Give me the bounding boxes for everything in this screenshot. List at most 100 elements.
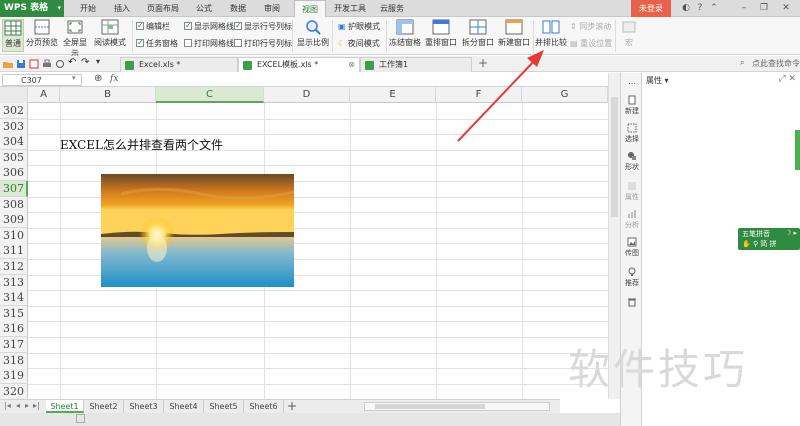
- print-icon[interactable]: [42, 59, 52, 69]
- scroll-thumb[interactable]: [375, 404, 485, 409]
- normal-view-button[interactable]: 普通: [2, 19, 24, 52]
- select-all-corner[interactable]: [0, 87, 28, 103]
- column-header[interactable]: D: [264, 87, 350, 103]
- side-by-side-button[interactable]: 并排比较: [535, 19, 567, 48]
- sheet-tab[interactable]: Sheet4: [164, 400, 204, 413]
- close-icon[interactable]: ✕: [780, 2, 792, 14]
- column-header[interactable]: G: [522, 87, 608, 103]
- undo-icon[interactable]: ↶: [68, 57, 78, 68]
- doc-tab[interactable]: Excel.xls *: [120, 57, 238, 72]
- redo-icon[interactable]: ↷: [81, 57, 91, 68]
- save-icon[interactable]: [16, 59, 26, 69]
- page-break-preview-button[interactable]: 分页预览: [26, 19, 58, 48]
- row-header[interactable]: 303: [0, 118, 28, 135]
- sheet-tab[interactable]: Sheet2: [84, 400, 124, 413]
- task-pane-checkbox[interactable]: 任务窗格: [136, 37, 178, 50]
- print-gridlines-checkbox[interactable]: 打印网格线: [184, 38, 234, 50]
- rail-item-properties[interactable]: 属性: [621, 181, 643, 202]
- sunset-image[interactable]: [101, 174, 294, 287]
- prev-sheet-icon[interactable]: ◂: [16, 401, 20, 410]
- row-header[interactable]: 305: [0, 149, 28, 166]
- tab-home[interactable]: 开始: [72, 0, 104, 17]
- app-menu-button[interactable]: WPS 表格 ▾: [0, 0, 64, 17]
- cell-b304-text[interactable]: EXCEL怎么并排查看两个文件: [60, 136, 223, 153]
- reading-mode-button[interactable]: 阅读模式: [92, 19, 128, 48]
- column-header[interactable]: B: [60, 87, 156, 103]
- rail-item-recommend[interactable]: 推荐: [621, 267, 643, 288]
- login-button[interactable]: 未登录: [631, 0, 671, 17]
- tab-formula[interactable]: 公式: [188, 0, 220, 17]
- column-header[interactable]: E: [350, 87, 436, 103]
- ime-side-tab[interactable]: [795, 130, 800, 170]
- tab-developer[interactable]: 开发工具: [330, 0, 370, 17]
- ime-toolbar[interactable]: 五笔拼音 ☽ ▸ ✋ ⚲ 简 拼: [738, 228, 800, 250]
- sync-scroll-button[interactable]: ⇕ 同步滚动: [570, 21, 611, 33]
- row-header[interactable]: 306: [0, 165, 28, 182]
- row-header[interactable]: 320: [0, 383, 28, 399]
- rail-item-analysis[interactable]: 分析: [621, 209, 643, 230]
- chevron-up-icon[interactable]: ⌃: [708, 2, 720, 14]
- row-header[interactable]: 318: [0, 352, 28, 369]
- column-header[interactable]: F: [436, 87, 522, 103]
- row-header[interactable]: 317: [0, 337, 28, 353]
- macro-button[interactable]: 宏: [619, 19, 639, 48]
- command-search[interactable]: 点此查找命令: [752, 58, 800, 69]
- sheet-tab[interactable]: Sheet5: [204, 400, 244, 413]
- last-sheet-icon[interactable]: ▸|: [33, 401, 40, 410]
- rail-item-select[interactable]: 选择: [621, 123, 643, 144]
- rail-item-shape[interactable]: 形状: [621, 151, 643, 172]
- horizontal-scrollbar[interactable]: [364, 402, 550, 411]
- edit-bar-checkbox[interactable]: 编辑栏: [136, 20, 170, 33]
- new-window-button[interactable]: 新建窗口: [497, 19, 531, 48]
- fx-icon[interactable]: fx: [110, 74, 118, 84]
- scroll-thumb[interactable]: [611, 97, 618, 217]
- freeze-panes-button[interactable]: 冻结窗格: [389, 19, 421, 48]
- split-window-button[interactable]: 拆分窗口: [461, 19, 495, 48]
- rearrange-windows-button[interactable]: 重排窗口: [423, 19, 459, 48]
- add-sheet-icon[interactable]: +: [287, 399, 297, 413]
- row-header[interactable]: 311: [0, 243, 28, 260]
- show-gridlines-checkbox[interactable]: 显示网格线: [184, 20, 234, 33]
- row-header[interactable]: 309: [0, 212, 28, 229]
- print-headers-checkbox[interactable]: 打印行号列标: [234, 38, 292, 50]
- night-mode-toggle[interactable]: ☾ 夜间模式: [338, 38, 380, 50]
- column-header-selected[interactable]: C: [156, 87, 264, 103]
- row-header[interactable]: 310: [0, 227, 28, 244]
- column-header[interactable]: A: [28, 87, 60, 103]
- row-header[interactable]: 304: [0, 134, 28, 151]
- sheet-tab[interactable]: Sheet6: [244, 400, 284, 413]
- close-tab-icon[interactable]: ⊗: [348, 58, 355, 72]
- print-preview-icon[interactable]: [55, 59, 65, 69]
- row-header[interactable]: 316: [0, 321, 28, 338]
- zoom-icon[interactable]: ⊕: [94, 73, 102, 84]
- open-folder-icon[interactable]: [3, 59, 13, 69]
- next-sheet-icon[interactable]: ▸: [25, 401, 29, 410]
- row-header[interactable]: 312: [0, 259, 28, 275]
- first-sheet-icon[interactable]: |◂: [4, 401, 11, 410]
- row-header[interactable]: 308: [0, 196, 28, 213]
- row-header[interactable]: 319: [0, 368, 28, 385]
- sheet-tab[interactable]: Sheet3: [124, 400, 164, 413]
- rail-item-new[interactable]: 新建: [621, 95, 643, 116]
- show-headers-checkbox[interactable]: 显示行号列标: [234, 20, 292, 33]
- row-header-selected[interactable]: 307: [0, 181, 28, 197]
- zoom-button[interactable]: 显示比例: [297, 19, 329, 48]
- tab-insert[interactable]: 插入: [106, 0, 138, 17]
- new-tab-icon[interactable]: +: [478, 56, 488, 70]
- sheet-tab-active[interactable]: Sheet1: [46, 400, 84, 413]
- doc-tab-active[interactable]: EXCEL模板.xls * ⊗: [238, 57, 360, 72]
- restore-icon[interactable]: ❐: [758, 2, 770, 14]
- tab-page-layout[interactable]: 页面布局: [140, 0, 186, 17]
- row-header[interactable]: 313: [0, 274, 28, 291]
- fullscreen-button[interactable]: 全屏显示: [60, 19, 90, 59]
- rail-item-top[interactable]: ⋯: [621, 79, 643, 88]
- eye-mode-toggle[interactable]: ▣ 护眼模式: [338, 21, 380, 33]
- rail-item-upload-image[interactable]: 传图: [621, 237, 643, 258]
- help-icon[interactable]: ?: [694, 2, 706, 14]
- row-header[interactable]: 314: [0, 290, 28, 307]
- row-header[interactable]: 302: [0, 103, 28, 119]
- minimize-icon[interactable]: –: [738, 2, 750, 14]
- doc-tab[interactable]: 工作簿1: [360, 57, 472, 72]
- export-pdf-icon[interactable]: [29, 59, 39, 69]
- skin-icon[interactable]: ◐: [680, 2, 692, 14]
